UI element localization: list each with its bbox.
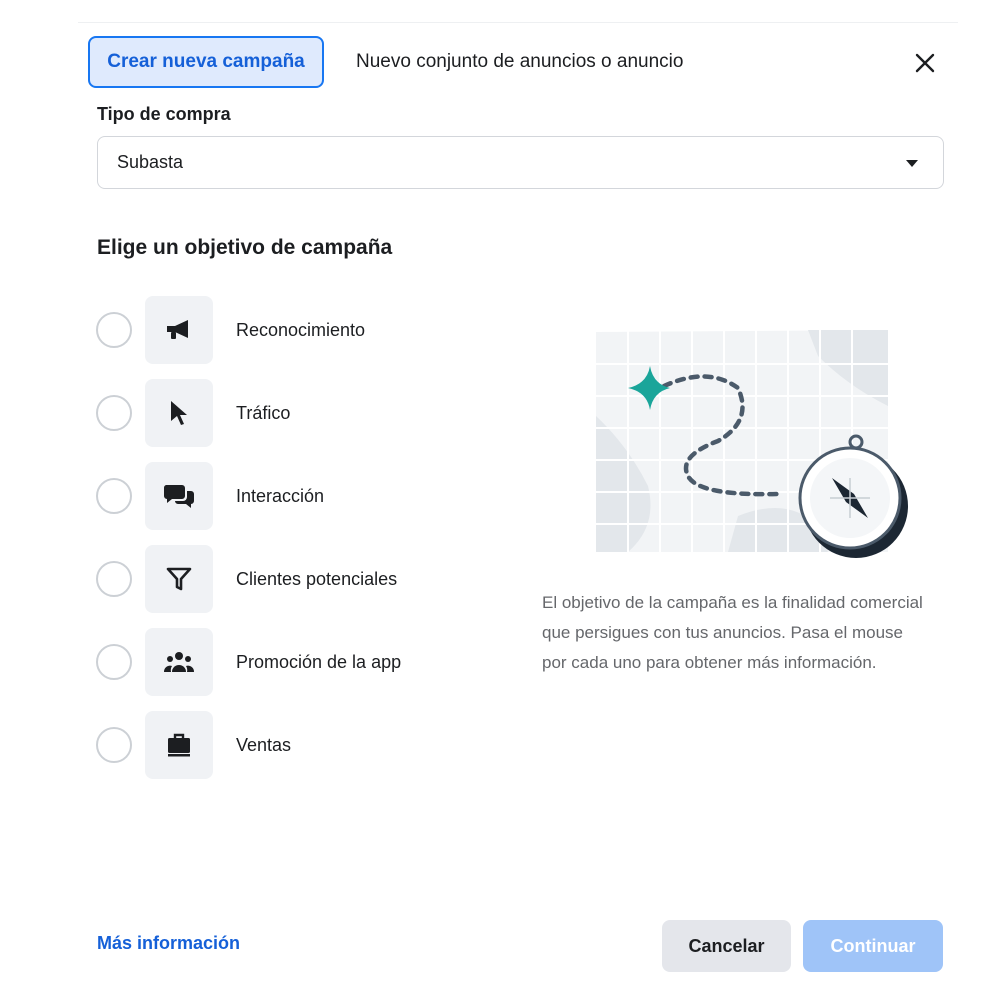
radio-button[interactable] <box>96 727 132 763</box>
purchase-type-value: Subasta <box>117 152 184 172</box>
objective-label: Ventas <box>236 734 292 755</box>
objective-option-reconocimiento[interactable]: Reconocimiento <box>96 296 476 364</box>
radio-button[interactable] <box>96 395 132 431</box>
purchase-type-select[interactable]: Subasta <box>97 136 944 189</box>
objective-option-trafico[interactable]: Tráfico <box>96 379 476 447</box>
funnel-icon <box>145 545 213 613</box>
more-info-link[interactable]: Más información <box>97 933 240 954</box>
objective-label: Clientes potenciales <box>236 568 398 589</box>
cursor-icon <box>145 379 213 447</box>
tab-create-new-campaign[interactable]: Crear nueva campaña <box>88 36 324 88</box>
chat-bubbles-icon <box>145 462 213 530</box>
objective-option-clientes-potenciales[interactable]: Clientes potenciales <box>96 545 476 613</box>
objective-heading: Elige un objetivo de campaña <box>97 236 393 259</box>
objective-option-promocion-app[interactable]: Promoción de la app <box>96 628 476 696</box>
objective-option-interaccion[interactable]: Interacción <box>96 462 476 530</box>
megaphone-icon <box>145 296 213 364</box>
radio-button[interactable] <box>96 312 132 348</box>
close-button[interactable] <box>906 44 944 82</box>
objective-label: Promoción de la app <box>236 651 402 672</box>
close-icon <box>915 53 935 73</box>
caret-down-icon <box>906 160 918 167</box>
purchase-type-label: Tipo de compra <box>97 104 231 124</box>
objective-label: Tráfico <box>236 402 291 423</box>
tab-new-ad-set-or-ad[interactable]: Nuevo conjunto de anuncios o anuncio <box>356 48 683 76</box>
map-compass-illustration <box>588 326 908 566</box>
people-icon <box>145 628 213 696</box>
objective-option-ventas[interactable]: Ventas <box>96 711 476 779</box>
radio-button[interactable] <box>96 478 132 514</box>
cancel-button[interactable]: Cancelar <box>662 920 791 972</box>
radio-button[interactable] <box>96 644 132 680</box>
continue-button[interactable]: Continuar <box>803 920 943 972</box>
objective-description: El objetivo de la campaña es la finalida… <box>542 593 923 672</box>
radio-button[interactable] <box>96 561 132 597</box>
objective-label: Interacción <box>236 485 325 506</box>
objective-label: Reconocimiento <box>236 319 366 340</box>
briefcase-icon <box>145 711 213 779</box>
